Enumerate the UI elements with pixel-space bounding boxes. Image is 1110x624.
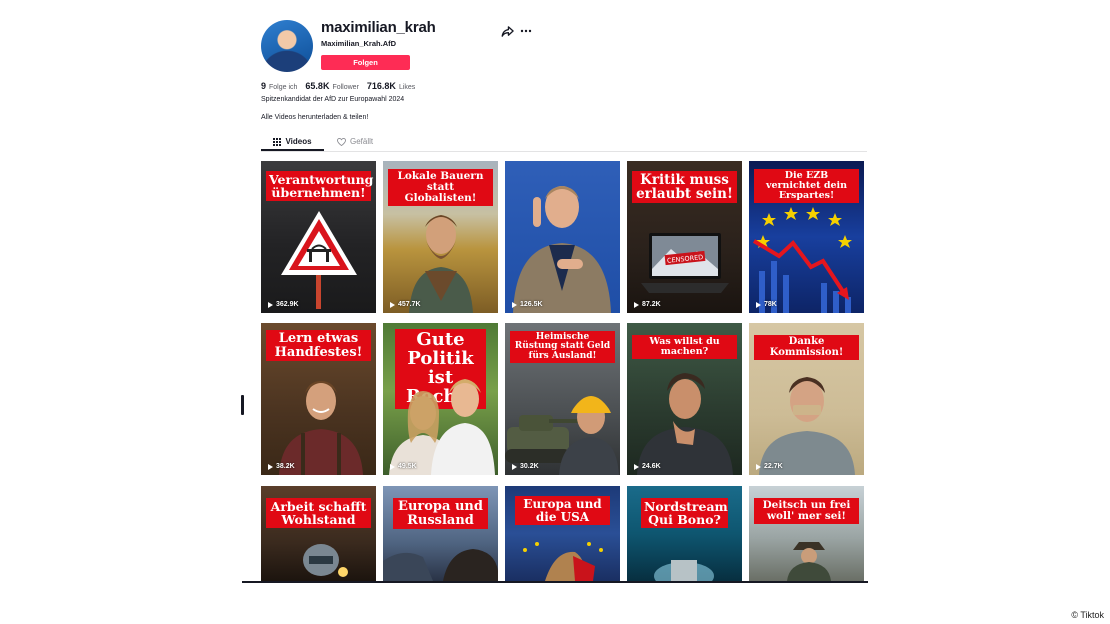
video-tile[interactable]: Verantwortung übernehmen! 362.9K: [261, 161, 376, 313]
play-icon: [268, 301, 273, 308]
video-views: 362.9K: [268, 301, 299, 308]
video-title: Nordstream Qui Bono?: [641, 498, 728, 529]
video-views: 457.7K: [390, 301, 421, 308]
video-title: Verantwortung übernehmen!: [266, 171, 373, 202]
video-tile[interactable]: Nordstream Qui Bono?: [627, 486, 742, 581]
tab-liked[interactable]: Gefällt: [337, 134, 373, 149]
video-views: 126.5K: [512, 301, 543, 308]
play-icon: [634, 301, 639, 308]
craftsman-figure-icon: [279, 381, 363, 475]
video-title: Kritik muss erlaubt sein!: [632, 171, 737, 204]
farmer-figure-icon: [409, 215, 473, 313]
video-tile[interactable]: Was willst du machen? 24.6K: [627, 323, 742, 475]
image-credit: © Tiktok: [1071, 610, 1104, 620]
video-views: 30.2K: [512, 463, 539, 470]
video-title: Europa und die USA: [515, 496, 610, 526]
following-label: Folge ich: [269, 84, 298, 91]
play-icon: [634, 463, 639, 470]
following-stat[interactable]: 9 Folge ich: [261, 81, 297, 91]
profile-bio: Spitzenkandidat der AfD zur Europawahl 2…: [261, 96, 405, 103]
couple-figure-icon: [389, 379, 495, 475]
pipeline-icon: [654, 560, 714, 581]
taped-mouth-man-icon: [759, 377, 855, 475]
video-tile[interactable]: Danke Kommission! 22.7K: [749, 323, 864, 475]
video-tile[interactable]: Gute Politik ist Rechts 49.5K: [383, 323, 498, 475]
scroll-marker: [241, 395, 244, 415]
falling-euro-chart-icon: [752, 207, 852, 313]
play-icon: [512, 463, 517, 470]
video-tile[interactable]: Lokale Bauern statt Globalisten! 457.7K: [383, 161, 498, 313]
video-title: Die EZB vernichtet dein Erspartes!: [754, 169, 859, 203]
profile-nickname: Maximilian_Krah.AfD: [321, 39, 397, 48]
bottom-rule: [242, 581, 868, 583]
video-tile[interactable]: Heimische Rüstung statt Geld fürs Auslan…: [505, 323, 620, 475]
europa-bear-icon: [383, 549, 498, 581]
laptop-censored-icon: CENSORED: [641, 233, 729, 293]
video-views: 78K: [756, 301, 777, 308]
share-icon[interactable]: [501, 25, 514, 38]
video-views: 22.7K: [756, 463, 783, 470]
likes-stat: 716.8K Likes: [367, 81, 415, 91]
video-views: 87.2K: [634, 301, 661, 308]
profile-username: maximilian_krah: [321, 19, 436, 36]
grid-icon: [273, 137, 282, 146]
video-title: Was willst du machen?: [632, 335, 737, 359]
play-icon: [390, 463, 395, 470]
followers-label: Follower: [332, 84, 359, 91]
likes-count: 716.8K: [366, 81, 396, 91]
follow-button[interactable]: Folgen: [321, 55, 410, 70]
play-icon: [756, 463, 761, 470]
video-title: Danke Kommission!: [754, 335, 859, 360]
profile-tabs: Videos Gefällt: [261, 134, 867, 152]
warning-sign-icon: [281, 211, 357, 309]
followers-stat[interactable]: 65.8K Follower: [305, 81, 358, 91]
tank-worker-icon: [505, 396, 619, 475]
video-views: 49.5K: [390, 463, 417, 470]
video-title: Arbeit schafft Wohlstand: [266, 498, 371, 529]
video-title: Europa und Russland: [393, 498, 488, 530]
video-tile[interactable]: 126.5K: [505, 161, 620, 313]
profile-avatar[interactable]: [261, 20, 313, 72]
video-tile[interactable]: Lern etwas Handfestes! 38.2K: [261, 323, 376, 475]
tab-liked-label: Gefällt: [350, 137, 374, 146]
speaker-figure-icon: [513, 186, 611, 313]
video-tile[interactable]: Kritik muss erlaubt sein! CENSORED 87.2K: [627, 161, 742, 313]
video-tile[interactable]: Arbeit schafft Wohlstand: [261, 486, 376, 581]
heart-lock-icon: [337, 137, 346, 146]
europa-usa-icon: [523, 542, 603, 581]
video-views: 24.6K: [634, 463, 661, 470]
tab-videos[interactable]: Videos: [261, 134, 324, 151]
video-tile[interactable]: Deitsch un frei woll' mer sei!: [749, 486, 864, 581]
more-options-icon[interactable]: [520, 25, 532, 37]
play-icon: [390, 301, 395, 308]
video-title: Deitsch un frei woll' mer sei!: [754, 498, 859, 525]
video-tile[interactable]: Europa und Russland: [383, 486, 498, 581]
play-icon: [756, 301, 761, 308]
video-title: Heimische Rüstung statt Geld fürs Auslan…: [510, 331, 615, 364]
followers-count: 65.8K: [305, 81, 330, 91]
following-count: 9: [261, 81, 267, 91]
video-views: 38.2K: [268, 463, 295, 470]
profile-bio-link: Alle Videos herunterladen & teilen!: [261, 114, 369, 121]
likes-label: Likes: [398, 84, 416, 91]
profile-stats: 9 Folge ich 65.8K Follower 716.8K Likes: [261, 81, 415, 91]
video-title: Lern etwas Handfestes!: [266, 330, 371, 362]
thinking-man-icon: [637, 373, 733, 475]
video-tile[interactable]: Europa und die USA: [505, 486, 620, 581]
video-tile[interactable]: Die EZB vernichtet dein Erspartes! 78K: [749, 161, 864, 313]
hiker-figure-icon: [787, 542, 831, 581]
welder-figure-icon: [303, 544, 348, 577]
play-icon: [268, 463, 273, 470]
tab-videos-label: Videos: [285, 137, 312, 146]
play-icon: [512, 301, 517, 308]
